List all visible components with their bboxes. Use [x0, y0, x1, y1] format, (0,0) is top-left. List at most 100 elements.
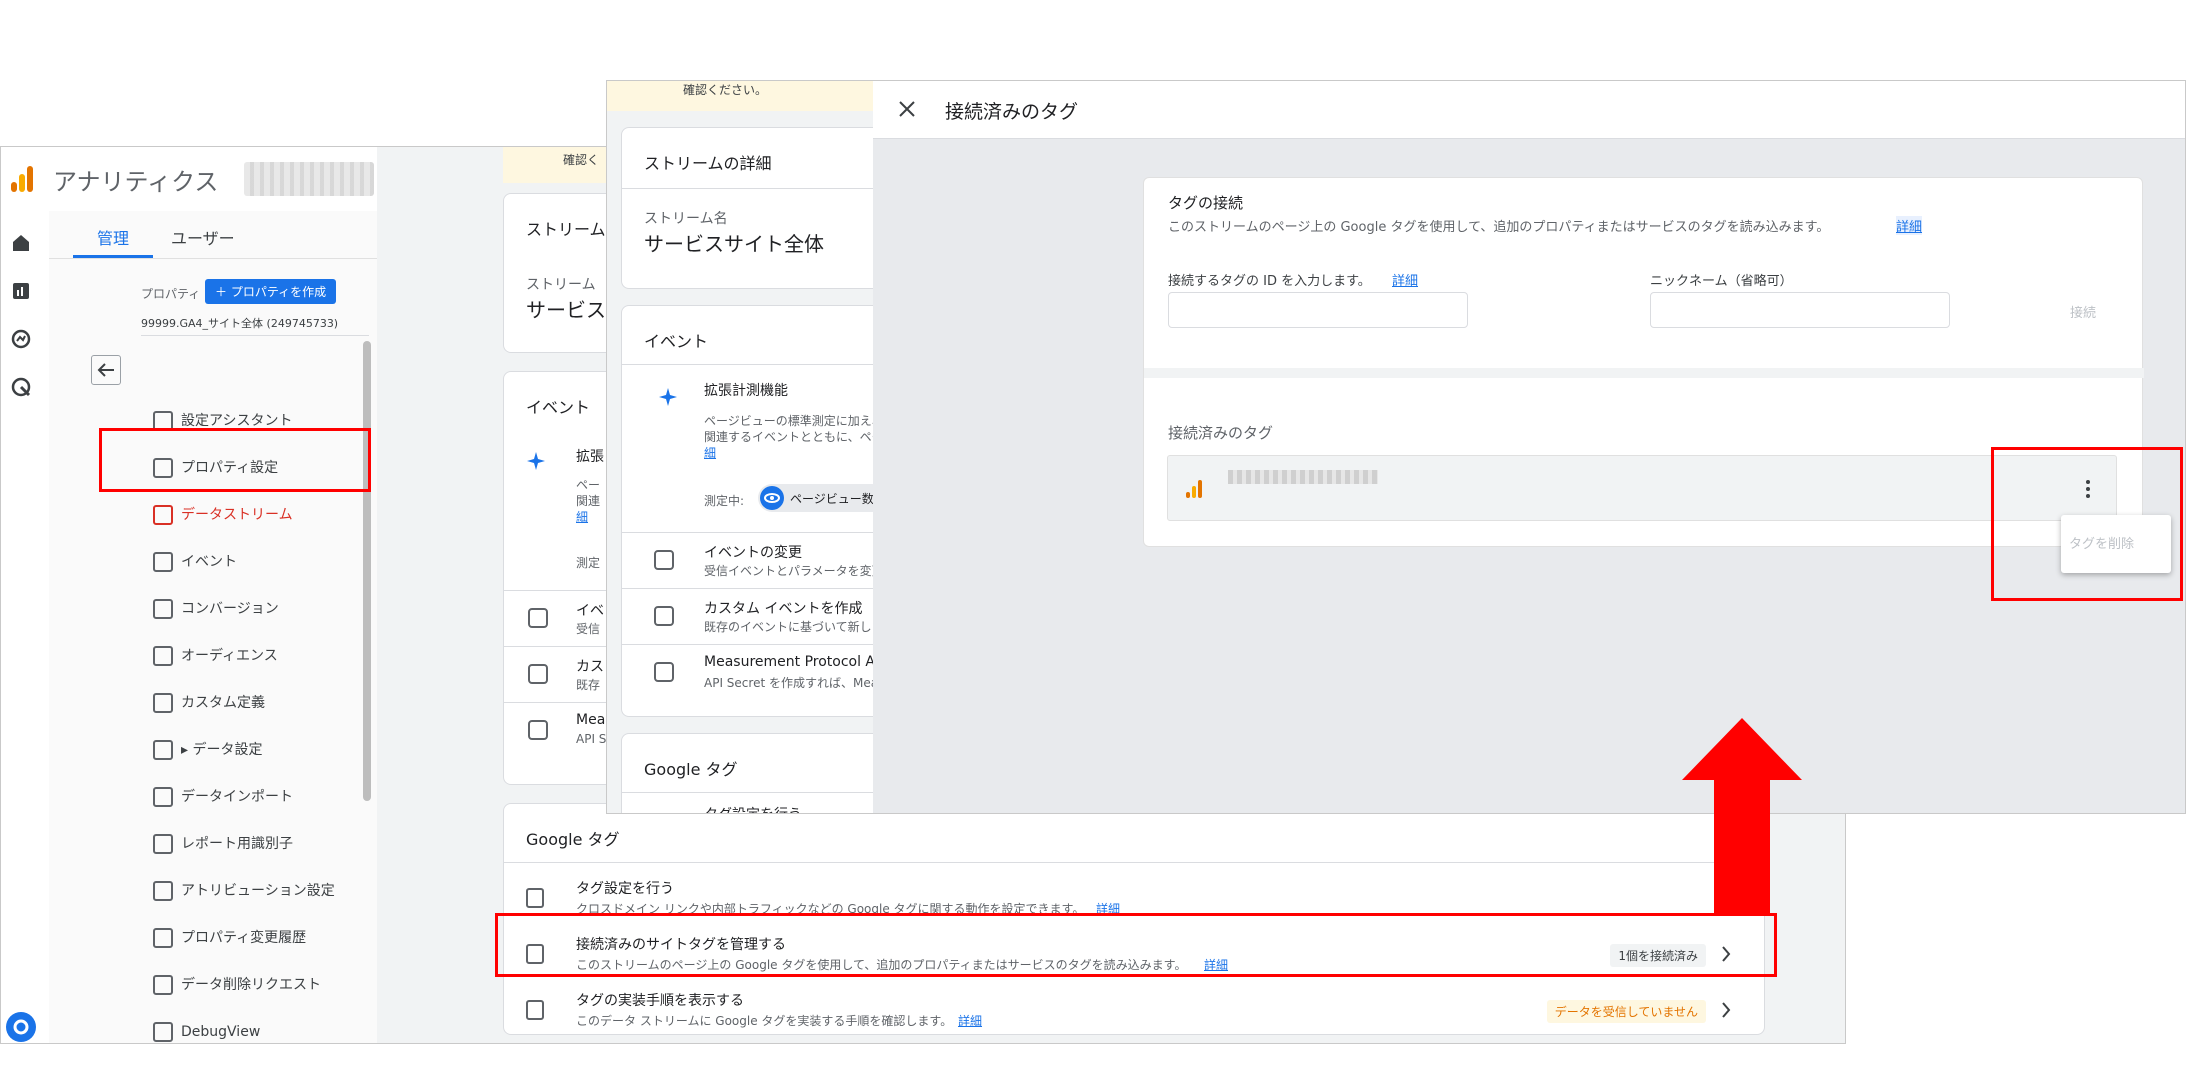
identifier-icon: [153, 834, 173, 854]
reports-icon[interactable]: [9, 279, 33, 303]
events-card-title: イベント: [526, 398, 591, 417]
advertising-icon[interactable]: [9, 375, 33, 399]
admin-menu-item[interactable]: コンバージョン: [153, 589, 351, 629]
admin-menu-label: レポート用識別子: [181, 836, 293, 852]
admin-menu-item[interactable]: プロパティ変更履歴: [153, 918, 351, 958]
admin-panel: 管理 ユーザー プロパティ ＋ プロパティを作成 99999.GA4_サイト全体…: [49, 211, 377, 1043]
arrow-back-icon: [97, 363, 114, 377]
analytics-logo-icon: [11, 166, 33, 192]
google-tag-row[interactable]: タグの実装手順を表示する このデータ ストリームに Google タグを実装する…: [504, 984, 1766, 1040]
stream-details-card: ストリームの詳細 ストリーム名 サービスサイト全体: [621, 127, 892, 289]
create-property-button[interactable]: ＋ プロパティを作成: [205, 279, 337, 304]
event-row-title[interactable]: イベントの変更: [704, 542, 802, 562]
stream-name-label: ストリーム名: [644, 211, 728, 227]
explore-icon[interactable]: [9, 327, 33, 351]
eye-icon: [760, 486, 784, 510]
database-icon: [153, 740, 173, 760]
admin-menu-label: データ削除リクエスト: [181, 977, 321, 993]
admin-menu-label: カスタム定義: [181, 695, 265, 711]
enhanced-link[interactable]: 細: [576, 508, 588, 525]
connect-section-title: タグの接続: [1168, 194, 1244, 212]
admin-menu-item[interactable]: レポート用識別子: [153, 824, 351, 864]
data-stream-icon: [153, 505, 173, 525]
enhanced-desc-2: 関連するイベントとともに、ペー: [704, 430, 884, 444]
stream-name-value: サービス: [526, 298, 606, 322]
divider: [622, 792, 892, 793]
admin-menu-label: コンバージョン: [181, 601, 279, 617]
event-row-title[interactable]: カスタム イベントを作成: [704, 598, 862, 618]
event-row-title[interactable]: イベ: [576, 600, 604, 620]
events-card: イベント 拡張 ペー 関連 細 測定 イベ 受信 カス 既存 Mea API S: [503, 371, 624, 785]
enhanced-title: 拡張: [576, 449, 604, 465]
tab-users[interactable]: ユーザー: [171, 225, 235, 249]
tab-admin[interactable]: 管理: [97, 225, 129, 249]
row-icon: [528, 720, 548, 740]
chevron-right-icon: [1722, 1002, 1731, 1018]
connect-button[interactable]: 接続: [2070, 302, 2096, 321]
stream-name-label: ストリーム: [526, 277, 596, 293]
account-selector[interactable]: [244, 162, 375, 196]
admin-menu-item[interactable]: アトリビューション設定: [153, 871, 351, 911]
row-icon: [526, 1000, 544, 1020]
enhanced-desc-1: ペー: [576, 478, 601, 492]
admin-menu-item[interactable]: データ削除リクエスト: [153, 965, 351, 1005]
admin-menu-item[interactable]: カスタム定義: [153, 683, 351, 723]
google-tag-row-link[interactable]: 詳細: [958, 1012, 982, 1029]
settings-icon[interactable]: [5, 1011, 37, 1043]
enhanced-link[interactable]: 細: [704, 444, 716, 461]
event-row-subtitle: 既存のイベントに基づいて新しい: [704, 620, 884, 634]
event-row-title[interactable]: Measurement Protocol API s: [704, 654, 899, 670]
stream-name-value: サービスサイト全体: [644, 232, 824, 256]
event-row-title[interactable]: カス: [576, 656, 604, 676]
tag-id-label: 接続するタグの ID を入力します。: [1168, 274, 1371, 289]
admin-menu-item[interactable]: オーディエンス: [153, 636, 351, 676]
highlight-tag-menu: [1991, 447, 2183, 601]
event-row-subtitle: 既存: [576, 678, 601, 692]
google-tag-row-title: タグ設定を行う: [576, 881, 674, 897]
admin-menu-item[interactable]: イベント: [153, 542, 351, 582]
upload-icon: [153, 787, 173, 807]
home-icon[interactable]: [9, 231, 33, 255]
admin-menu-item[interactable]: DebugView: [153, 1012, 351, 1043]
row-icon: [654, 606, 674, 626]
admin-menu-item[interactable]: データインポート: [153, 777, 351, 817]
tag-settings-row[interactable]: タグ設定を行う: [704, 804, 802, 813]
data-deletion-icon: [153, 975, 173, 995]
analytics-logo-icon: [1186, 480, 1202, 498]
debug-icon: [153, 1022, 173, 1042]
tag-id-link[interactable]: 詳細: [1392, 270, 1418, 289]
event-row-subtitle: 受信イベントとパラメータを変更: [704, 564, 884, 578]
pageview-chip-label: ページビュー数: [790, 492, 874, 506]
flag-icon: [153, 599, 173, 619]
connect-desc-link[interactable]: 詳細: [1896, 216, 1923, 235]
admin-menu-item[interactable]: データストリーム: [153, 495, 351, 535]
shapes-icon: [153, 693, 173, 713]
banner-text: 確認ください。: [683, 83, 768, 97]
back-button[interactable]: [91, 355, 121, 385]
active-tab-indicator: [73, 255, 153, 258]
admin-menu-label: DebugView: [181, 1024, 261, 1040]
admin-menu-label: イベント: [181, 554, 237, 570]
scrollbar[interactable]: [363, 341, 371, 801]
app-bar: アナリティクス: [1, 147, 377, 211]
left-nav: [1, 211, 49, 1043]
admin-menu-item[interactable]: ▸ データ設定: [153, 730, 351, 770]
tag-id-input[interactable]: [1168, 292, 1468, 328]
enhanced-desc-1: ページビューの標準測定に加え、: [704, 414, 884, 428]
close-icon[interactable]: [897, 99, 917, 119]
event-row-title[interactable]: Mea: [576, 712, 605, 728]
nickname-input[interactable]: [1650, 292, 1950, 328]
stream-details-title: ストリームの詳細: [644, 154, 772, 173]
section-divider: [1144, 368, 2144, 378]
events-card-title: イベント: [644, 332, 709, 351]
pageview-chip[interactable]: ページビュー数: [758, 484, 886, 512]
stream-card-title: ストリーム: [526, 220, 606, 239]
property-name[interactable]: 99999.GA4_サイト全体 (249745733): [141, 315, 338, 331]
admin-menu-label: プロパティ変更履歴: [181, 930, 307, 946]
divider: [622, 588, 892, 589]
divider: [504, 862, 1766, 863]
divider: [622, 188, 892, 189]
enhanced-title: 拡張計測機能: [704, 383, 788, 399]
divider: [141, 335, 369, 336]
redacted-tag-id: [1228, 470, 1378, 484]
